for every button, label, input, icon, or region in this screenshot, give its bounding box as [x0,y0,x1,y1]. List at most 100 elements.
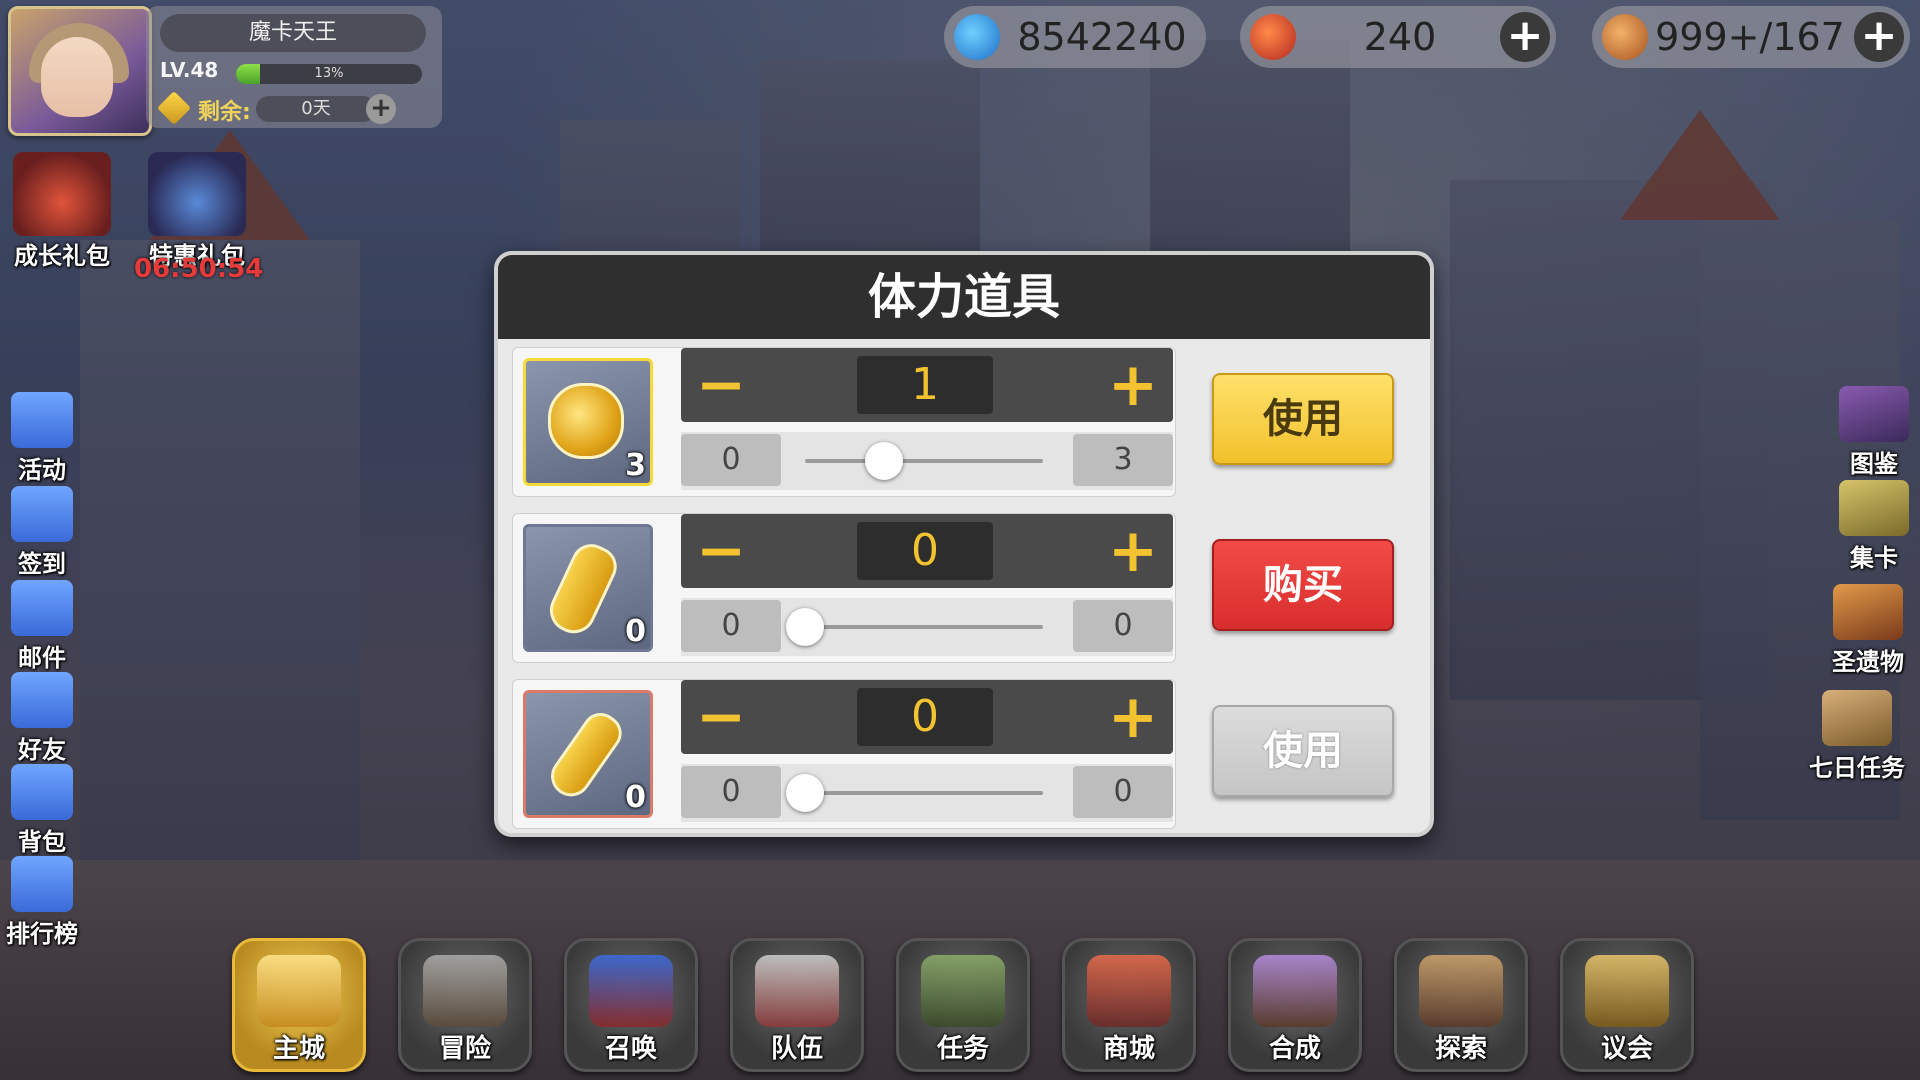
menu-mail[interactable]: 邮件 [2,580,82,673]
nav-craft[interactable]: 合成 [1228,938,1362,1072]
nav-summon[interactable]: 召唤 [564,938,698,1072]
menu-checkin[interactable]: 签到 [2,486,82,579]
gold-potion-large-icon [548,383,624,459]
team-wings-icon [755,955,839,1027]
slider-track[interactable] [786,774,1043,812]
exp-percent: 13% [314,66,344,81]
gem-amount: 240 [1363,15,1437,59]
nav-team[interactable]: 队伍 [730,938,864,1072]
exp-bar: 13% [236,64,422,84]
food-stamina-icon [1602,14,1648,60]
swords-icon [423,955,507,1027]
item-slot-3[interactable]: 0 [523,690,653,818]
decrease-button[interactable]: − [681,680,761,754]
checkin-icon [11,486,73,542]
player-level: LV.48 [160,58,219,82]
nav-adventure[interactable]: 冒险 [398,938,532,1072]
quantity-stepper: − 0 + [681,514,1173,588]
special-gift-icon [148,152,246,236]
nav-council[interactable]: 议会 [1560,938,1694,1072]
menu-mail-label: 邮件 [18,644,66,672]
nav-shop[interactable]: 商城 [1062,938,1196,1072]
nav-main-city[interactable]: 主城 [232,938,366,1072]
increase-button[interactable]: + [1093,680,1173,754]
increase-button[interactable]: + [1093,348,1173,422]
player-avatar[interactable] [8,6,152,136]
menu-backpack-label: 背包 [18,828,66,856]
menu-relic-label: 圣遗物 [1832,648,1904,676]
quantity-value[interactable]: 0 [857,688,993,746]
dialog-header: 体力道具 [498,255,1430,339]
menu-card-collect[interactable]: 集卡 [1830,480,1918,573]
slider-track[interactable] [805,442,1043,480]
menu-encyclopedia[interactable]: 图鉴 [1830,386,1918,479]
currency-stamina: 999+/167 + [1592,6,1910,68]
decrease-button[interactable]: − [681,348,761,422]
slider-track[interactable] [786,608,1043,646]
increase-button[interactable]: + [1093,514,1173,588]
menu-seven-day-quest[interactable]: 七日任务 [1796,690,1918,783]
remain-label: 剩余: [198,100,251,125]
slider-min: 0 [681,434,781,486]
item-row-3: 0 − 0 + 0 0 [512,679,1176,829]
quantity-value[interactable]: 0 [857,522,993,580]
megaphone-icon [11,392,73,448]
quantity-slider-row: 0 3 [681,432,1173,490]
menu-friends-label: 好友 [18,736,66,764]
currency-crystal: 8542240 [944,6,1206,68]
item-row-2: 0 − 0 + 0 0 [512,513,1176,663]
slider-max: 0 [1073,600,1173,652]
summon-card-icon [589,955,673,1027]
menu-activity[interactable]: 活动 [2,392,82,485]
menu-card-collect-label: 集卡 [1850,544,1898,572]
decrease-button[interactable]: − [681,514,761,588]
backpack-icon [11,764,73,820]
slider-knob[interactable] [786,608,824,646]
use-button-disabled[interactable]: 使用 [1212,705,1394,797]
remain-days: 0天 [256,96,376,122]
menu-friends[interactable]: 好友 [2,672,82,765]
remain-add-button[interactable]: + [366,94,396,124]
growth-gift-icon [13,152,111,236]
player-info-panel: 魔卡天王 LV.48 13% 剩余: 0天 + [146,6,442,128]
crystal-amount: 8542240 [1017,15,1187,59]
menu-ranking[interactable]: 排行榜 [0,856,84,949]
card-collect-icon [1839,480,1909,536]
slider-knob[interactable] [864,442,903,480]
explore-compass-icon [1419,955,1503,1027]
menu-backpack[interactable]: 背包 [2,764,82,857]
growth-gift-label: 成长礼包 [14,242,110,270]
gift-timer: 06:50:54 [134,254,264,284]
shop-mushroom-icon [1087,955,1171,1027]
ranking-icon [11,856,73,912]
friends-icon [11,672,73,728]
nav-task[interactable]: 任务 [896,938,1030,1072]
quantity-value[interactable]: 1 [857,356,993,414]
buy-button[interactable]: 购买 [1212,539,1394,631]
stamina-items-dialog: 体力道具 3 − 1 + 0 3 使用 0 − 0 + 0 0 购买 0 − 0… [494,251,1434,837]
menu-activity-label: 活动 [18,456,66,484]
nav-explore[interactable]: 探索 [1394,938,1528,1072]
menu-relic[interactable]: 圣遗物 [1818,584,1918,677]
slider-knob[interactable] [786,774,824,812]
quantity-stepper: − 1 + [681,348,1173,422]
slider-max: 0 [1073,766,1173,818]
nav-explore-label: 探索 [1434,1034,1487,1064]
relic-icon [1833,584,1903,640]
item-slot-2[interactable]: 0 [523,524,653,652]
player-name: 魔卡天王 [160,14,426,52]
gold-potion-medium-icon [542,537,624,641]
quantity-stepper: − 0 + [681,680,1173,754]
slider-max: 3 [1073,434,1173,486]
item-slot-1[interactable]: 3 [523,358,653,486]
use-button[interactable]: 使用 [1212,373,1394,465]
menu-encyclopedia-label: 图鉴 [1850,450,1898,478]
currency-gem: 240 + [1240,6,1556,68]
growth-gift-button[interactable]: 成长礼包 [6,152,118,271]
gold-potion-small-icon [543,705,629,805]
add-gem-button[interactable]: + [1500,12,1550,62]
slider-min: 0 [681,600,781,652]
add-stamina-button[interactable]: + [1854,12,1904,62]
nav-task-label: 任务 [936,1034,989,1064]
nav-craft-label: 合成 [1268,1034,1321,1064]
